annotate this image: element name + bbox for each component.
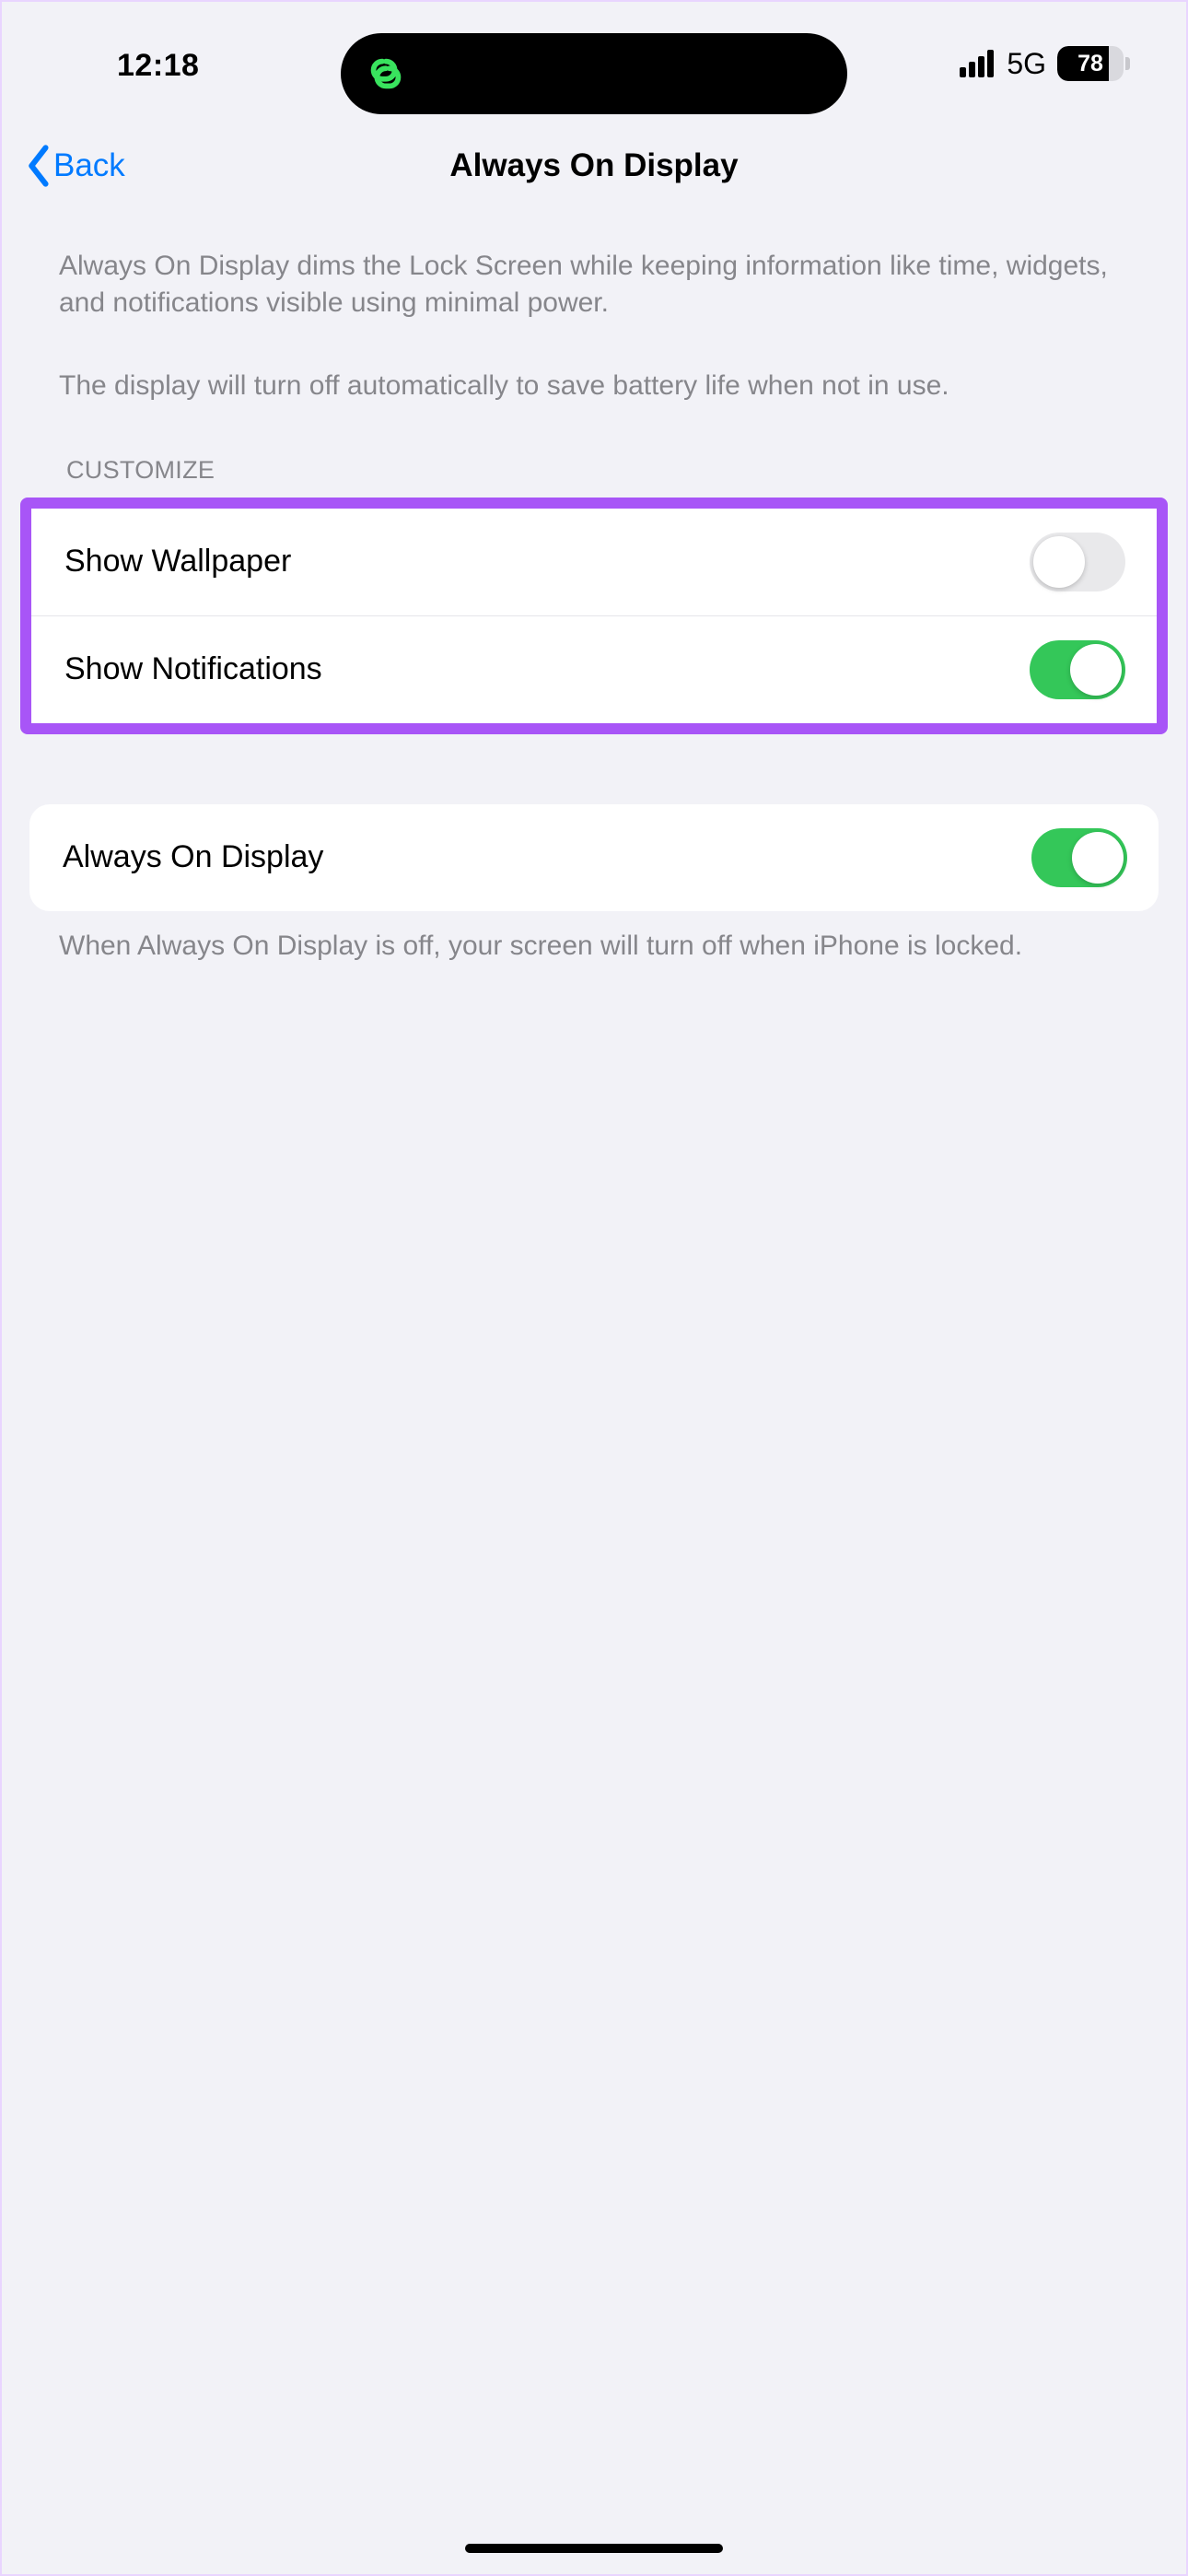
show-wallpaper-toggle[interactable] bbox=[1030, 533, 1125, 591]
battery-icon: 78 bbox=[1057, 46, 1131, 81]
navigation-bar: Back Always On Display bbox=[2, 103, 1186, 228]
show-wallpaper-label: Show Wallpaper bbox=[64, 544, 291, 580]
show-notifications-label: Show Notifications bbox=[64, 651, 322, 687]
status-bar: 12:18 5G 78 bbox=[2, 2, 1186, 103]
cellular-signal-icon bbox=[960, 50, 994, 77]
show-notifications-row[interactable]: Show Notifications bbox=[31, 615, 1157, 723]
description-line-2: The display will turn off automatically … bbox=[59, 368, 1129, 404]
description-block: Always On Display dims the Lock Screen w… bbox=[2, 228, 1186, 404]
customize-section-header: CUSTOMIZE bbox=[2, 404, 1186, 498]
back-button[interactable]: Back bbox=[24, 144, 125, 188]
show-notifications-toggle[interactable] bbox=[1030, 640, 1125, 699]
always-on-display-row[interactable]: Always On Display bbox=[29, 804, 1159, 911]
back-label: Back bbox=[53, 147, 125, 184]
always-on-display-label: Always On Display bbox=[63, 839, 323, 875]
footer-description: When Always On Display is off, your scre… bbox=[2, 911, 1186, 965]
battery-percentage: 78 bbox=[1057, 51, 1124, 77]
page-title: Always On Display bbox=[449, 147, 738, 184]
dynamic-island[interactable] bbox=[341, 33, 847, 114]
link-icon bbox=[365, 53, 407, 95]
highlight-annotation: Show Wallpaper Show Notifications bbox=[20, 498, 1168, 734]
home-indicator[interactable] bbox=[465, 2544, 723, 2553]
status-right: 5G 78 bbox=[960, 46, 1131, 81]
always-on-group: Always On Display bbox=[29, 804, 1159, 911]
status-time: 12:18 bbox=[117, 48, 199, 84]
network-label: 5G bbox=[1007, 47, 1046, 81]
show-wallpaper-row[interactable]: Show Wallpaper bbox=[31, 509, 1157, 615]
chevron-left-icon bbox=[24, 144, 55, 188]
always-on-display-toggle[interactable] bbox=[1031, 828, 1127, 887]
customize-group: Show Wallpaper Show Notifications bbox=[31, 509, 1157, 723]
description-line-1: Always On Display dims the Lock Screen w… bbox=[59, 248, 1129, 322]
